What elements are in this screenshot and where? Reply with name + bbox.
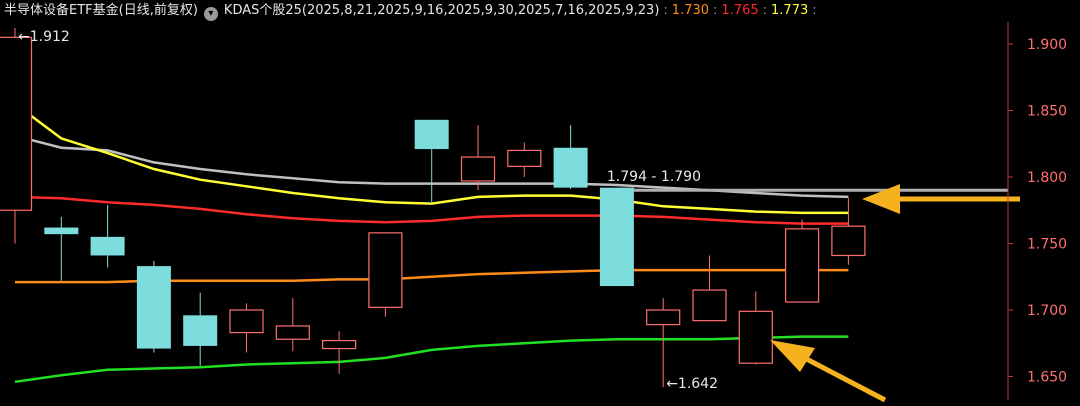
candle-body: [322, 339, 357, 350]
candle-body: [414, 119, 449, 150]
candle-body: [229, 309, 264, 334]
candle-body: [44, 227, 79, 235]
high-price-label: ←1.912: [18, 29, 70, 45]
y-tick-label: 1.800: [1027, 170, 1067, 186]
candle-up: [646, 298, 681, 388]
y-tick-label: 1.700: [1027, 303, 1067, 319]
candle-up: [831, 198, 866, 265]
y-axis: 1.900 1.850 1.800 1.750 1.700 1.650: [1007, 22, 1067, 400]
candle-body: [90, 236, 125, 256]
arrow-head: [862, 184, 900, 214]
candle-body: [460, 156, 496, 182]
range-label: 1.794 - 1.790: [607, 169, 701, 185]
candles: [0, 28, 866, 388]
candle-body: [692, 289, 727, 322]
y-tick-label: 1.900: [1027, 37, 1067, 53]
arrow-shaft: [793, 350, 887, 403]
candle-up: [0, 28, 33, 244]
candle-up: [738, 291, 773, 365]
low-price-label: ←1.642: [666, 376, 718, 392]
candle-body: [831, 225, 866, 257]
candle-down: [90, 204, 125, 268]
candle-up: [692, 255, 727, 322]
candle-up: [784, 219, 820, 303]
candle-up: [322, 331, 357, 374]
candle-body: [646, 309, 681, 326]
candle-body: [738, 310, 773, 364]
candle-up: [368, 232, 403, 317]
candle-body: [0, 36, 33, 211]
candle-up: [229, 303, 264, 353]
candle-body: [183, 315, 218, 346]
candle-body: [599, 187, 634, 287]
candle-body: [136, 266, 171, 349]
arrow-head: [770, 340, 815, 372]
candle-body: [368, 232, 403, 308]
candle-body: [784, 228, 820, 303]
y-tick-label: 1.850: [1027, 104, 1067, 120]
candle-up: [507, 142, 542, 177]
candlestick-chart[interactable]: ←1.912 ←1.642 1.794 - 1.790 1.900 1.850 1.80…: [0, 0, 1080, 406]
candle-down: [44, 216, 79, 281]
candle-body: [275, 325, 310, 340]
y-tick-label: 1.750: [1027, 237, 1067, 253]
candle-down: [183, 292, 218, 366]
candle-down: [136, 260, 171, 353]
candle-down: [553, 125, 588, 189]
candle-up: [275, 298, 310, 352]
candle-down: [599, 187, 634, 287]
candle-body: [553, 147, 588, 188]
candle-down: [414, 119, 449, 204]
candle-body: [507, 149, 542, 167]
candle-up: [460, 125, 496, 191]
y-tick-label: 1.650: [1027, 370, 1067, 386]
